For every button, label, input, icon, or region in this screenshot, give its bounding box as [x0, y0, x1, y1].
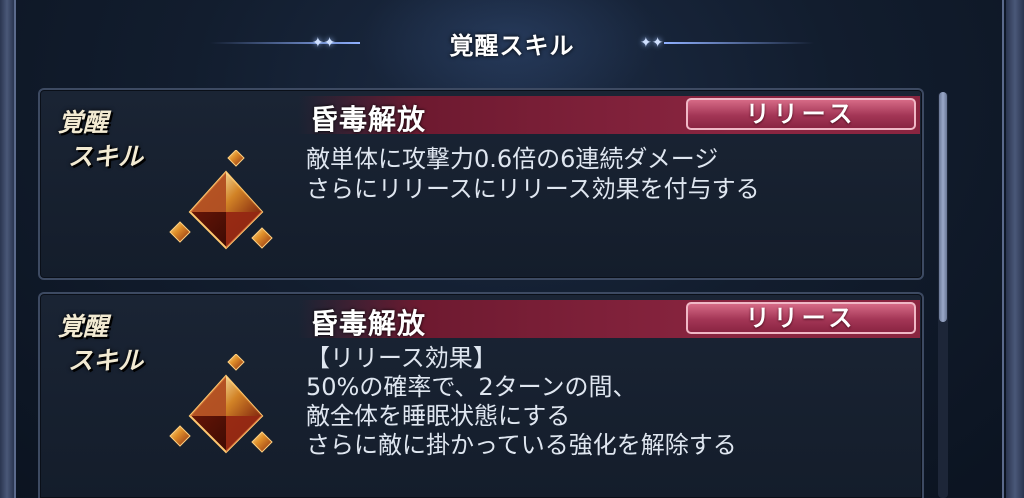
awaken-skill-label: 覚醒 スキル: [58, 312, 144, 375]
window-frame-right: [1006, 0, 1024, 498]
sparkle-icon: ✦✦: [640, 35, 664, 51]
release-button[interactable]: リリース: [686, 98, 916, 130]
crystal-pyramid-icon: [169, 150, 273, 250]
skill-description: 敵単体に攻撃力0.6倍の6連続ダメージ さらにリリースにリリース効果を付与する: [306, 145, 760, 203]
awaken-skill-label: 覚醒 スキル: [58, 108, 144, 171]
skill-card: 覚醒 スキル 昏毒解放: [38, 88, 924, 280]
window-header: ✦✦ 覚醒スキル ✦✦: [0, 22, 1024, 66]
skill-window: ✦✦ 覚醒スキル ✦✦ 覚醒 スキル 昏毒解放 リリース 敵単体に攻撃力0.6倍…: [0, 0, 1024, 498]
skill-card: 覚醒 スキル 昏毒解放: [38, 292, 924, 498]
skill-description: 【リリース効果】 50%の確率で、2ターンの間、 敵全体を睡眠状態にする さらに…: [306, 344, 737, 459]
scrollbar-track[interactable]: [938, 92, 948, 498]
window-frame-left: [0, 0, 14, 498]
release-button[interactable]: リリース: [686, 302, 916, 334]
crystal-pyramid-icon: [169, 354, 273, 454]
skill-name: 昏毒解放: [310, 103, 427, 136]
page-title: 覚醒スキル: [449, 32, 575, 60]
header-ornament-right: [664, 42, 814, 44]
skill-name: 昏毒解放: [310, 307, 427, 340]
scrollbar-thumb[interactable]: [939, 92, 947, 322]
